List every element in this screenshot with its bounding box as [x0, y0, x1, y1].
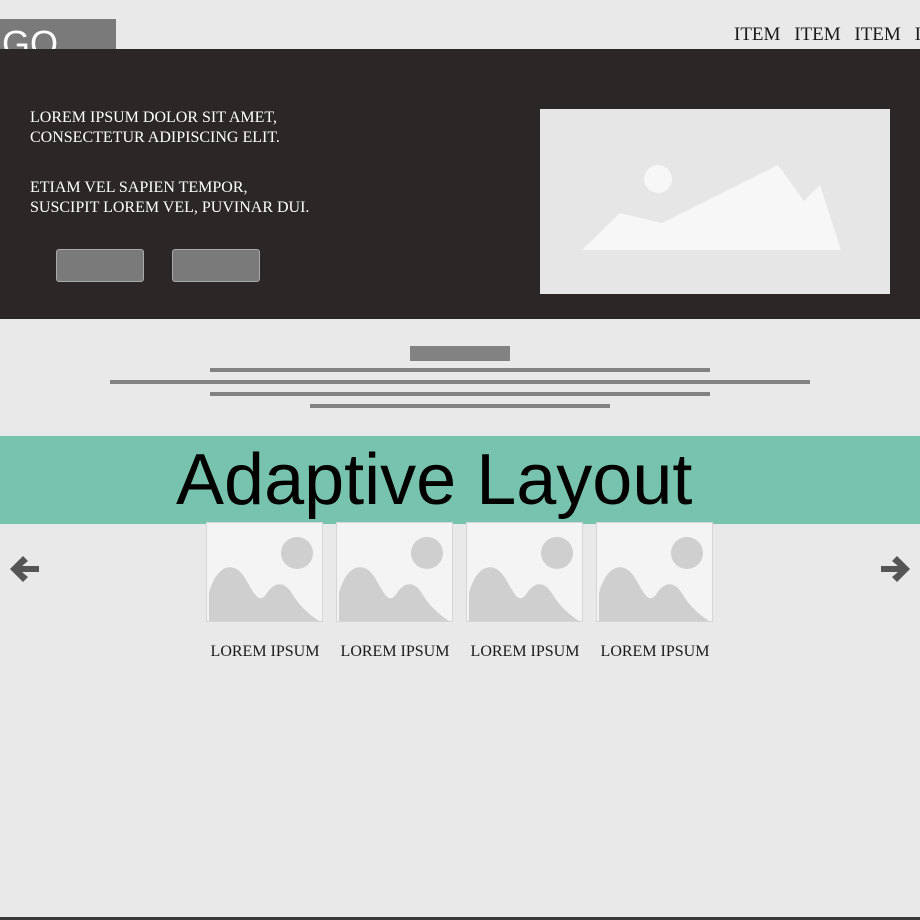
image-placeholder-icon — [599, 537, 709, 621]
hero-primary-button[interactable] — [56, 249, 144, 282]
text-line-bar — [310, 404, 610, 408]
carousel-prev-button[interactable] — [8, 552, 42, 586]
banner-title: Adaptive Layout — [176, 440, 693, 520]
carousel-item-image[interactable] — [466, 522, 583, 622]
text-line-bar — [110, 380, 810, 384]
carousel-item-label[interactable]: LOREM IPSUM — [460, 643, 590, 661]
hero-paragraph-1: LOREM IPSUM DOLOR SIT AMET, CONSECTETUR … — [30, 109, 280, 146]
image-placeholder-icon — [582, 165, 841, 250]
carousel-item-image[interactable] — [206, 522, 323, 622]
section-heading-bar — [410, 346, 510, 361]
nav-item[interactable]: ITEM — [794, 24, 840, 45]
arrow-right-icon — [881, 556, 910, 582]
image-placeholder-icon — [339, 537, 449, 621]
hero-image — [540, 109, 890, 294]
carousel-item-label[interactable]: LOREM IPSUM — [590, 643, 720, 661]
carousel-next-button[interactable] — [878, 552, 912, 586]
carousel-item-image[interactable] — [596, 522, 713, 622]
carousel-item-image[interactable] — [336, 522, 453, 622]
carousel-item-label[interactable]: LOREM IPSUM — [330, 643, 460, 661]
nav-item[interactable]: IT — [915, 24, 920, 45]
top-nav: ITEM ITEM ITEM IT — [734, 24, 920, 46]
carousel-item-label[interactable]: LOREM IPSUM — [200, 643, 330, 661]
text-line-bar — [210, 368, 710, 372]
hero-paragraph-2: ETIAM VEL SAPIEN TEMPOR, SUSCIPIT LOREM … — [30, 179, 310, 216]
arrow-left-icon — [10, 556, 39, 582]
nav-item[interactable]: ITEM — [734, 24, 780, 45]
title-banner: Adaptive Layout — [0, 436, 920, 524]
hero-secondary-button[interactable] — [172, 249, 260, 282]
text-line-bar — [210, 392, 710, 396]
image-placeholder-icon — [469, 537, 579, 621]
image-placeholder-icon — [209, 537, 319, 621]
nav-item[interactable]: ITEM — [854, 24, 900, 45]
